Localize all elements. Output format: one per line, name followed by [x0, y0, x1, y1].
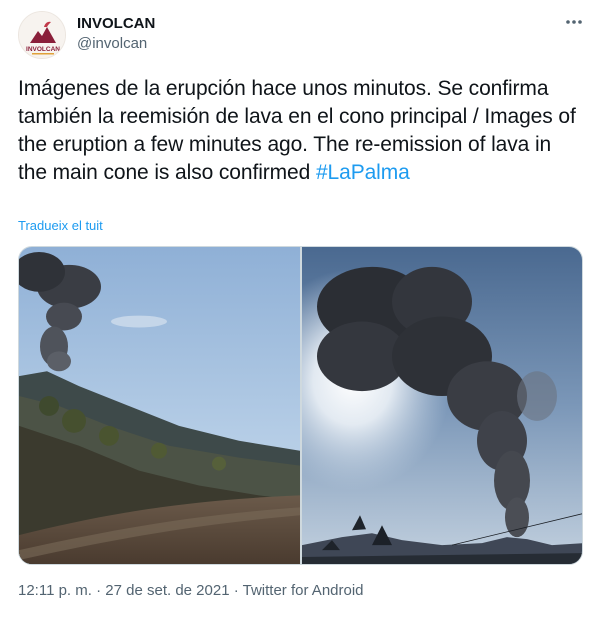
svg-text:INVOLCAN: INVOLCAN: [26, 46, 60, 53]
tweet-text: Imágenes de la erupción hace unos minuto…: [18, 75, 584, 187]
more-options-button[interactable]: [562, 10, 586, 34]
tweet: INVOLCAN INVOLCAN @involcan Imágenes de …: [0, 0, 601, 617]
involcan-logo-icon: INVOLCAN: [19, 12, 65, 58]
author-name[interactable]: INVOLCAN: [77, 15, 155, 32]
tweet-source[interactable]: Twitter for Android: [243, 582, 364, 599]
meta-separator: ·: [91, 582, 106, 599]
tweet-body: Imágenes de la erupción hace unos minuto…: [18, 77, 576, 184]
avatar[interactable]: INVOLCAN: [18, 11, 66, 59]
hashtag-link[interactable]: #LaPalma: [316, 161, 410, 184]
volcano-smoke-left-photo[interactable]: [19, 247, 300, 564]
author-handle[interactable]: @involcan: [77, 35, 147, 52]
more-icon: [566, 20, 582, 24]
tweet-metadata: 12:11 p. m. · 27 de set. de 2021 · Twitt…: [18, 582, 364, 599]
tweet-date[interactable]: 27 de set. de 2021: [105, 582, 229, 599]
translate-tweet-link[interactable]: Tradueix el tuit: [18, 218, 103, 233]
tweet-time[interactable]: 12:11 p. m.: [18, 582, 92, 599]
volcano-smoke-right-photo[interactable]: [302, 247, 582, 564]
meta-separator: ·: [229, 582, 243, 599]
media-grid: [18, 246, 583, 565]
